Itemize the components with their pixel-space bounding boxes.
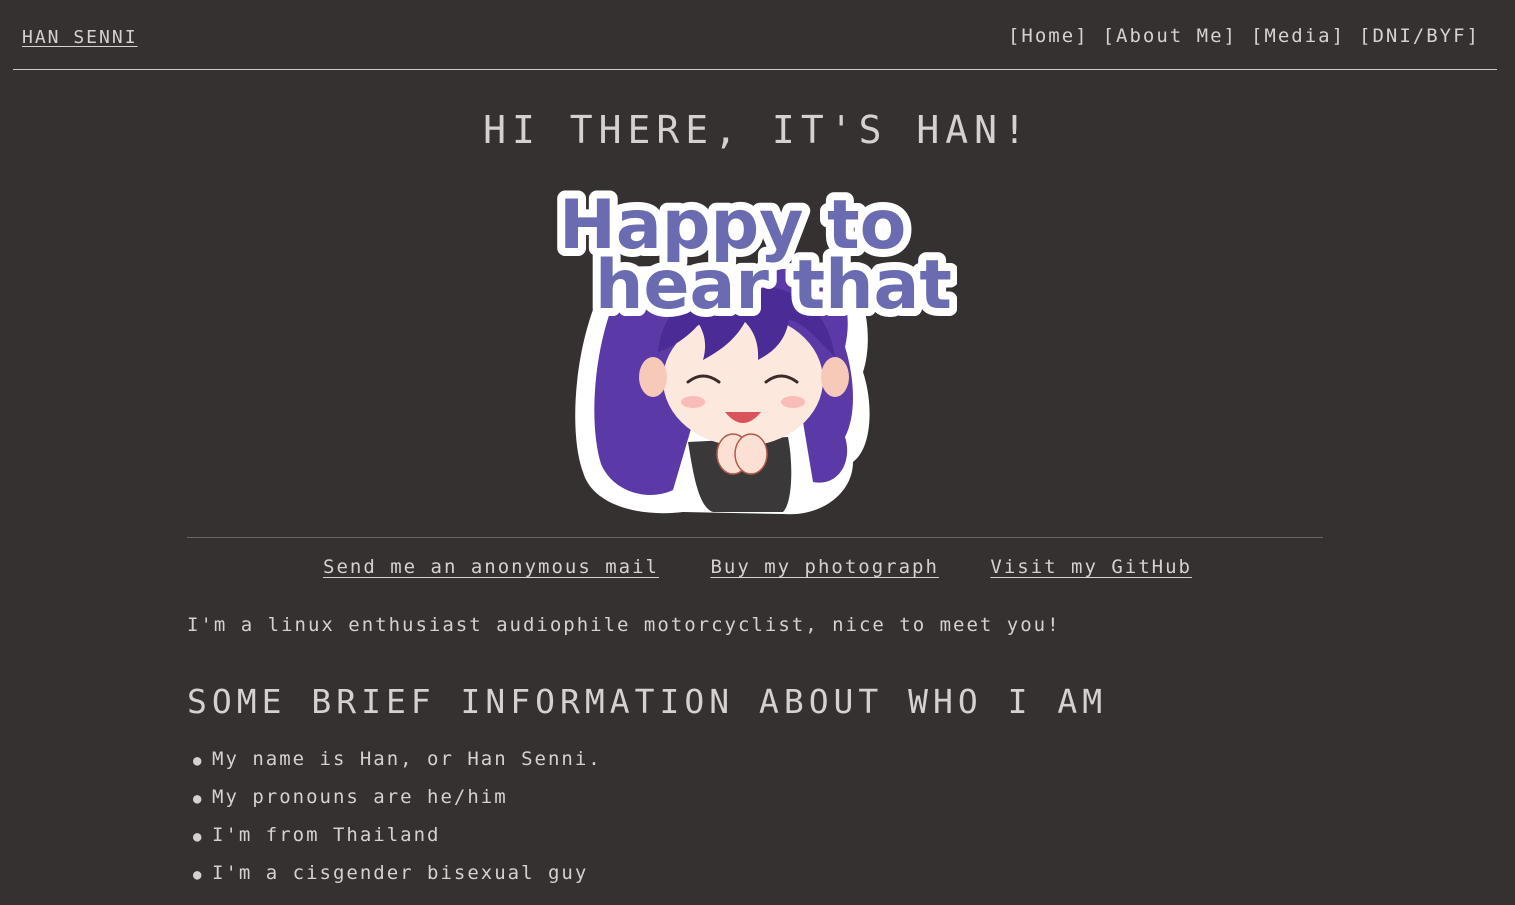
site-brand-link[interactable]: HAN SENNI — [22, 27, 138, 48]
content-divider — [187, 537, 1323, 538]
list-item: ● I'm a cisgender bisexual guy — [193, 862, 602, 900]
bullet-icon: ● — [193, 867, 204, 883]
nav-about-link[interactable]: [About Me] — [1103, 25, 1237, 47]
fact-text: My name is Han, or Han Senni. — [212, 748, 602, 770]
fact-text: My pronouns are he/him — [212, 786, 508, 808]
github-link[interactable]: Visit my GitHub — [990, 556, 1192, 578]
nav-media-link[interactable]: [Media] — [1251, 25, 1345, 47]
nav-home-link[interactable]: [Home] — [1008, 25, 1089, 47]
intro-text: I'm a linux enthusiast audiophile motorc… — [187, 614, 1061, 636]
sticker-text-line2: hear that — [595, 246, 952, 325]
top-bar: HAN SENNI [Home] [About Me] [Media] [DNI… — [13, 0, 1497, 70]
fact-text: I'm from Thailand — [212, 824, 441, 846]
happy-to-hear-that-sticker: Happy to Happy to hear that hear that — [551, 172, 960, 520]
anonymous-mail-link[interactable]: Send me an anonymous mail — [323, 556, 659, 578]
buy-photograph-link[interactable]: Buy my photograph — [710, 556, 938, 578]
main-nav: [Home] [About Me] [Media] [DNI/BYF] — [1008, 25, 1480, 47]
about-heading: SOME BRIEF INFORMATION ABOUT WHO I AM — [187, 682, 1108, 721]
list-item: ● My pronouns are he/him — [193, 786, 602, 824]
list-item: ● I'm from Thailand — [193, 824, 602, 862]
hero-title: HI THERE, IT'S HAN! — [483, 108, 1032, 152]
about-facts-list: ● My name is Han, or Han Senni. ● My prono… — [193, 748, 602, 900]
bullet-icon: ● — [193, 753, 204, 769]
fact-text: I'm a cisgender bisexual guy — [212, 862, 589, 884]
nav-dni-byf-link[interactable]: [DNI/BYF] — [1359, 25, 1480, 47]
bullet-icon: ● — [193, 791, 204, 807]
bullet-icon: ● — [193, 829, 204, 845]
list-item: ● My name is Han, or Han Senni. — [193, 748, 602, 786]
quick-links: Send me an anonymous mail Buy my photogr… — [0, 556, 1515, 578]
